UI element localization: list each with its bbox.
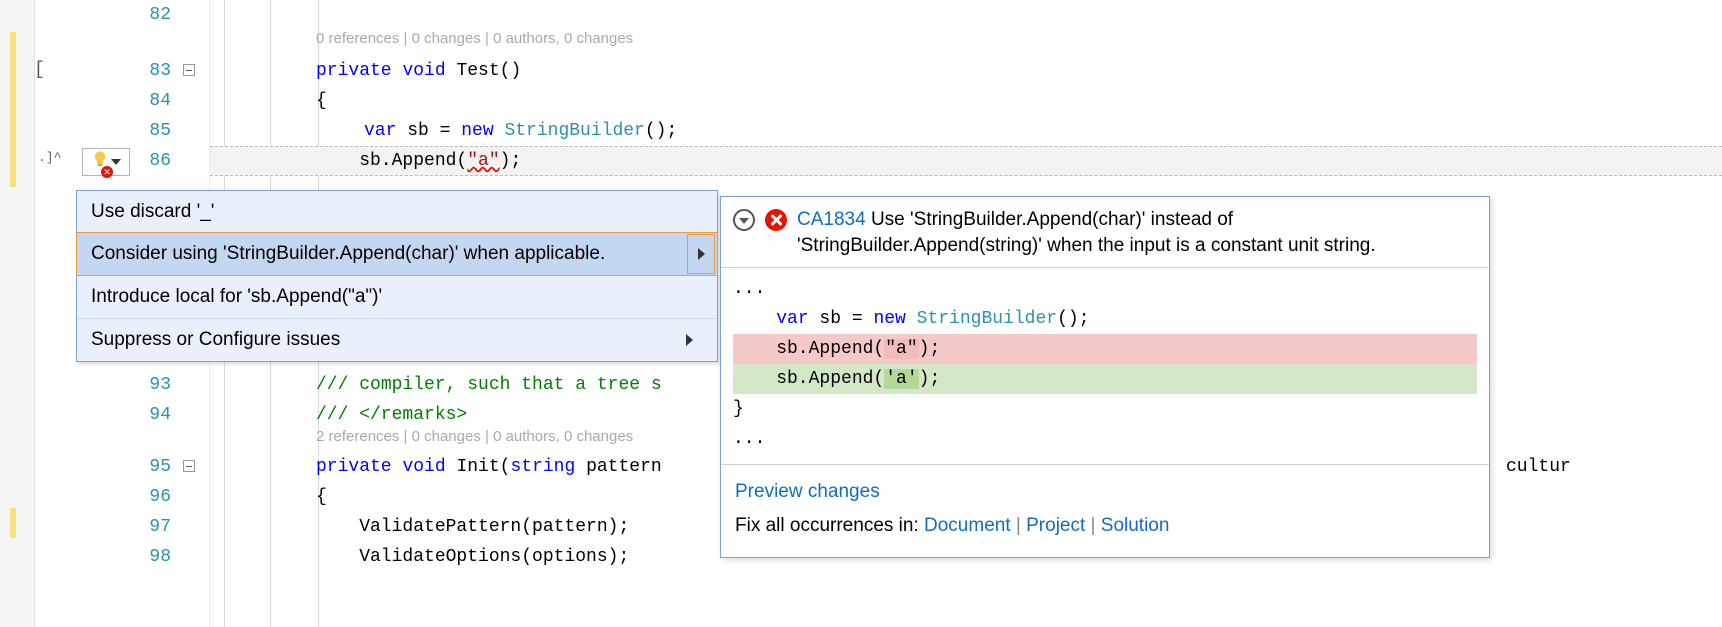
- line-number: 96: [149, 482, 175, 512]
- code-line[interactable]: private void Init(string pattern: [316, 452, 662, 482]
- code-line[interactable]: ValidateOptions(options);: [316, 542, 629, 572]
- menu-item-label: Introduce local for 'sb.Append("a")': [91, 286, 382, 308]
- preview-title: CA1834 Use 'StringBuilder.Append(char)' …: [797, 207, 1475, 259]
- codelens[interactable]: 2 references | 0 changes | 0 authors, 0 …: [316, 428, 633, 445]
- line-number: 84: [149, 86, 175, 116]
- fix-document-link[interactable]: Document: [924, 515, 1011, 536]
- menu-item-label: Suppress or Configure issues: [91, 329, 340, 351]
- diff-context: var sb = new StringBuilder();: [733, 304, 1477, 334]
- codelens[interactable]: 0 references | 0 changes | 0 authors, 0 …: [316, 30, 633, 47]
- fix-solution-link[interactable]: Solution: [1101, 515, 1170, 536]
- line-number: 86: [149, 146, 175, 176]
- line-number: 85: [149, 116, 175, 146]
- rule-message: Use 'StringBuilder.Append(char)' instead…: [797, 209, 1376, 256]
- fix-project-link[interactable]: Project: [1026, 515, 1085, 536]
- quick-action-suppress-configure[interactable]: Suppress or Configure issues: [77, 318, 717, 361]
- quick-actions-menu[interactable]: Use discard '_' Consider using 'StringBu…: [76, 190, 718, 362]
- code-line[interactable]: /// </remarks>: [316, 400, 467, 430]
- collapse-marker: [: [34, 60, 45, 80]
- preview-diff: ... var sb = new StringBuilder(); sb.App…: [721, 268, 1489, 464]
- submenu-indicator[interactable]: [687, 234, 715, 274]
- line-number: 83: [149, 56, 175, 86]
- error-icon: [765, 209, 787, 231]
- submenu-indicator: [675, 334, 703, 346]
- code-line[interactable]: cultur: [1506, 452, 1571, 482]
- chevron-right-icon: [698, 248, 705, 260]
- menu-item-label: Consider using 'StringBuilder.Append(cha…: [91, 243, 605, 265]
- line-number: 95: [149, 452, 175, 482]
- line-number: 94: [149, 400, 175, 430]
- preview-changes-link[interactable]: Preview changes: [735, 481, 880, 502]
- code-line[interactable]: {: [316, 86, 327, 116]
- fold-toggle[interactable]: [183, 64, 195, 76]
- diff-removed-line: sb.Append("a");: [733, 334, 1477, 364]
- selection-margin: [0, 0, 35, 627]
- change-indicator: [10, 32, 16, 187]
- fix-all-label: Fix all occurrences in:: [735, 515, 924, 536]
- line-number: 98: [149, 542, 175, 572]
- chevron-down-icon: [111, 159, 121, 165]
- fold-toggle[interactable]: [183, 460, 195, 472]
- chevron-right-icon: [686, 334, 693, 346]
- diff-added-line: sb.Append('a');: [733, 364, 1477, 394]
- line-number: 93: [149, 370, 175, 400]
- error-badge-icon: ✕: [101, 166, 113, 178]
- code-line[interactable]: private void Test(): [316, 56, 521, 86]
- diff-ellipsis: ...: [733, 274, 1477, 304]
- menu-item-label: Use discard '_': [91, 201, 214, 223]
- quick-action-append-char[interactable]: Consider using 'StringBuilder.Append(cha…: [76, 232, 718, 276]
- quick-action-use-discard[interactable]: Use discard '_': [77, 191, 717, 233]
- collapse-button[interactable]: [733, 209, 755, 231]
- diff-context: }: [733, 394, 1477, 424]
- preview-footer: Preview changes Fix all occurrences in: …: [721, 464, 1489, 557]
- rule-id[interactable]: CA1834: [797, 209, 866, 230]
- code-line[interactable]: sb.Append("a");: [316, 146, 521, 176]
- line-number: 82: [149, 0, 175, 30]
- code-line[interactable]: var sb = new StringBuilder();: [364, 116, 677, 146]
- fix-preview-panel: CA1834 Use 'StringBuilder.Append(char)' …: [720, 196, 1490, 558]
- code-line[interactable]: /// compiler, such that a tree s: [316, 370, 662, 400]
- code-line[interactable]: {: [316, 482, 327, 512]
- preview-header: CA1834 Use 'StringBuilder.Append(char)' …: [721, 197, 1489, 268]
- margin-glyph-text: .]^: [38, 150, 61, 165]
- quick-action-introduce-local[interactable]: Introduce local for 'sb.Append("a")': [77, 275, 717, 318]
- code-line[interactable]: ValidatePattern(pattern);: [316, 512, 629, 542]
- quick-actions-lightbulb[interactable]: ✕: [82, 148, 130, 176]
- change-indicator: [10, 508, 16, 538]
- diff-ellipsis: ...: [733, 424, 1477, 454]
- line-number: 97: [149, 512, 175, 542]
